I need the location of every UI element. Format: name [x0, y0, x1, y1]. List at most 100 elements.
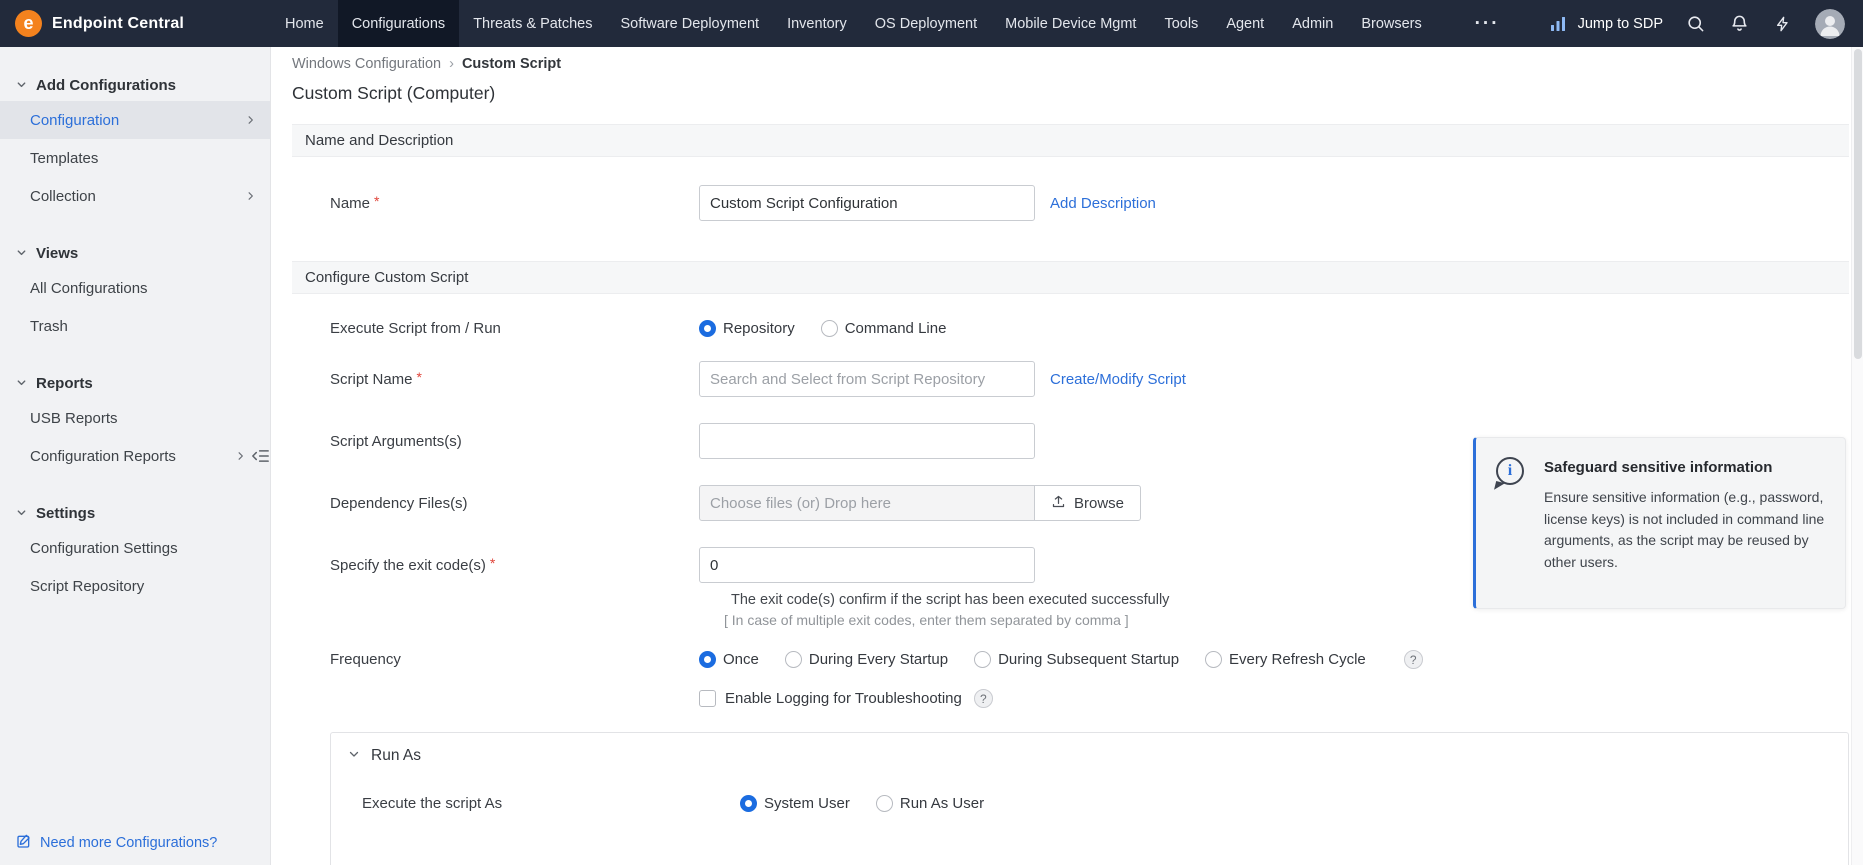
sidebar-header-settings[interactable]: Settings	[0, 497, 270, 529]
nav-tools[interactable]: Tools	[1150, 0, 1212, 47]
brand-name: Endpoint Central	[52, 15, 184, 33]
chevron-right-icon	[235, 451, 246, 462]
info-glyph: i	[1508, 462, 1512, 480]
search-icon[interactable]	[1683, 12, 1707, 36]
sidebar-section-add-configurations: Add Configurations Configuration Templat…	[0, 69, 270, 215]
frequency-help-icon[interactable]: ?	[1404, 650, 1423, 669]
nav-admin[interactable]: Admin	[1278, 0, 1347, 47]
frequency-label: Frequency	[330, 651, 699, 668]
radio-label: Once	[723, 651, 759, 668]
nav-configurations[interactable]: Configurations	[338, 0, 460, 47]
chevron-down-icon	[16, 505, 27, 522]
section-header-configure-custom-script: Configure Custom Script	[292, 261, 1849, 294]
name-input[interactable]	[699, 185, 1035, 221]
sidebar: Add Configurations Configuration Templat…	[0, 47, 271, 865]
dependency-files-dropzone[interactable]	[699, 485, 1035, 521]
radio-selected-icon	[699, 320, 716, 337]
brand[interactable]: e Endpoint Central	[0, 0, 271, 47]
brand-logo-icon: e	[15, 10, 42, 37]
logging-help-icon[interactable]: ?	[974, 689, 993, 708]
radio-label: Run As User	[900, 795, 984, 812]
run-as-radio-group: System User Run As User	[740, 795, 1010, 812]
dependency-files-control: Browse	[699, 485, 1141, 521]
sidebar-item-script-repository[interactable]: Script Repository	[0, 567, 270, 605]
sidebar-section-settings: Settings Configuration Settings Script R…	[0, 497, 270, 605]
radio-system-user[interactable]: System User	[740, 795, 850, 812]
add-description-link[interactable]: Add Description	[1050, 195, 1156, 212]
nav-agent[interactable]: Agent	[1212, 0, 1278, 47]
sidebar-item-templates[interactable]: Templates	[0, 139, 270, 177]
sidebar-item-usb-reports[interactable]: USB Reports	[0, 399, 270, 437]
quick-actions-lightning-icon[interactable]	[1771, 12, 1795, 36]
radio-every-refresh-cycle[interactable]: Every Refresh Cycle	[1205, 651, 1366, 668]
sidebar-item-collection[interactable]: Collection	[0, 177, 270, 215]
run-as-header[interactable]: Run As	[331, 733, 1848, 765]
create-modify-script-link[interactable]: Create/Modify Script	[1050, 371, 1186, 388]
exit-code-label: Specify the exit code(s)	[330, 557, 699, 574]
script-arguments-input[interactable]	[699, 423, 1035, 459]
nav-mobile-device-mgmt[interactable]: Mobile Device Mgmt	[991, 0, 1150, 47]
nav-home[interactable]: Home	[271, 0, 338, 47]
sidebar-item-label: Trash	[30, 318, 68, 335]
breadcrumb: Windows Configuration › Custom Script	[292, 56, 1863, 72]
radio-selected-icon	[699, 651, 716, 668]
radio-label: During Every Startup	[809, 651, 948, 668]
chevron-right-icon	[245, 191, 256, 202]
nav-os-deployment[interactable]: OS Deployment	[861, 0, 991, 47]
sidebar-header-reports[interactable]: Reports	[0, 367, 270, 399]
scrollbar-thumb[interactable]	[1854, 49, 1862, 359]
jump-to-sdp-button[interactable]: Jump to SDP	[1546, 12, 1663, 36]
callout-body: Ensure sensitive information (e.g., pass…	[1544, 487, 1831, 574]
enable-logging-label: Enable Logging for Troubleshooting	[725, 690, 962, 707]
app-window: e Endpoint Central Home Configurations T…	[0, 0, 1863, 865]
user-avatar[interactable]	[1815, 9, 1845, 39]
sidebar-item-trash[interactable]: Trash	[0, 307, 270, 345]
sidebar-section-title: Add Configurations	[36, 77, 176, 94]
nav-software-deployment[interactable]: Software Deployment	[606, 0, 773, 47]
chevron-down-icon	[348, 747, 360, 765]
sidebar-item-label: Templates	[30, 150, 98, 167]
chevron-down-icon	[16, 77, 27, 94]
sidebar-header-add-configurations[interactable]: Add Configurations	[0, 69, 270, 101]
jump-to-sdp-label: Jump to SDP	[1578, 16, 1663, 32]
sidebar-item-all-configurations[interactable]: All Configurations	[0, 269, 270, 307]
nav-browsers[interactable]: Browsers	[1347, 0, 1435, 47]
upload-icon	[1051, 494, 1066, 513]
nav-threats-patches[interactable]: Threats & Patches	[459, 0, 606, 47]
sidebar-item-label: Collection	[30, 188, 96, 205]
breadcrumb-separator: ›	[449, 56, 454, 72]
need-more-configurations-link[interactable]: Need more Configurations?	[16, 833, 217, 853]
sdp-icon	[1546, 12, 1570, 36]
sidebar-section-title: Views	[36, 245, 78, 262]
enable-logging-checkbox[interactable]	[699, 690, 716, 707]
sidebar-item-label: Script Repository	[30, 578, 144, 595]
radio-command-line[interactable]: Command Line	[821, 320, 947, 337]
radio-once[interactable]: Once	[699, 651, 759, 668]
radio-unselected-icon	[876, 795, 893, 812]
sidebar-header-views[interactable]: Views	[0, 237, 270, 269]
top-navbar: e Endpoint Central Home Configurations T…	[0, 0, 1863, 47]
radio-repository[interactable]: Repository	[699, 320, 795, 337]
nav-inventory[interactable]: Inventory	[773, 0, 861, 47]
browse-button[interactable]: Browse	[1034, 485, 1141, 521]
script-name-input[interactable]	[699, 361, 1035, 397]
radio-selected-icon	[740, 795, 757, 812]
sidebar-item-label: Configuration	[30, 112, 119, 129]
script-arguments-label: Script Arguments(s)	[330, 433, 699, 450]
exit-code-input[interactable]	[699, 547, 1035, 583]
main-content: Windows Configuration › Custom Script Cu…	[271, 47, 1863, 865]
sidebar-item-configuration[interactable]: Configuration	[0, 101, 270, 139]
topbar-right-cluster: ··· Jump to SDP	[1475, 0, 1863, 47]
sidebar-item-configuration-reports[interactable]: Configuration Reports	[0, 437, 270, 475]
notifications-bell-icon[interactable]	[1727, 12, 1751, 36]
sidebar-item-configuration-settings[interactable]: Configuration Settings	[0, 529, 270, 567]
nav-overflow-ellipsis-icon[interactable]: ···	[1475, 13, 1500, 35]
radio-during-subsequent-startup[interactable]: During Subsequent Startup	[974, 651, 1179, 668]
breadcrumb-windows-configuration[interactable]: Windows Configuration	[292, 56, 441, 72]
radio-run-as-user[interactable]: Run As User	[876, 795, 984, 812]
primary-nav: Home Configurations Threats & Patches So…	[271, 0, 1436, 47]
callout-content: Safeguard sensitive information Ensure s…	[1544, 455, 1831, 590]
browse-label: Browse	[1074, 495, 1124, 512]
collapse-sidebar-icon[interactable]	[252, 449, 269, 464]
radio-during-every-startup[interactable]: During Every Startup	[785, 651, 948, 668]
